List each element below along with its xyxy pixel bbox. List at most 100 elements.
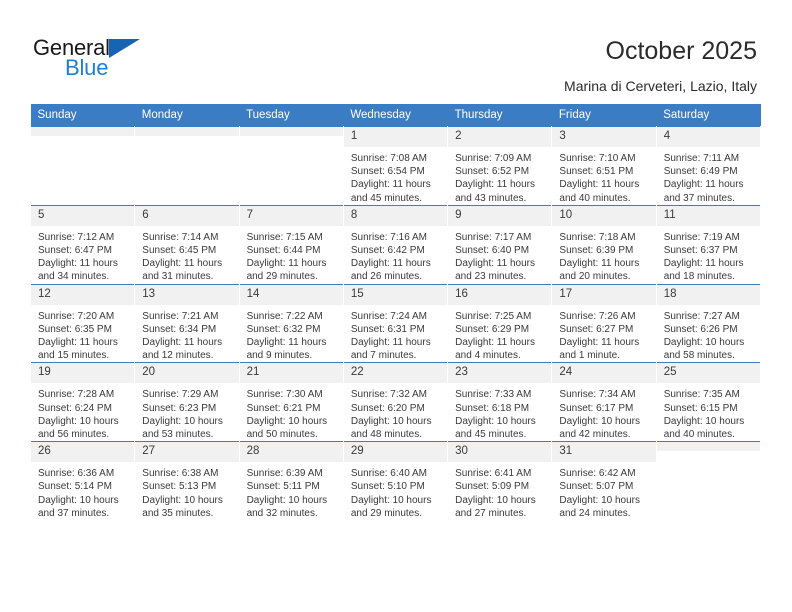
day-daylight-line-text: Daylight: 11 hours — [455, 258, 535, 270]
day-number: 26 — [31, 442, 135, 463]
day-sunset-text: Sunset: 6:49 PM — [663, 166, 738, 178]
day-number: 11 — [656, 205, 760, 226]
day-sunset-text: Sunset: 5:09 PM — [455, 481, 530, 493]
calendar-day-cell[interactable]: 11 Sunrise: 7:19 AM Sunset: 6:37 PM Dayligh… — [655, 204, 762, 285]
day-sunrise-text: Sunrise: 7:18 AM — [559, 231, 636, 243]
day-number: 29 — [343, 442, 448, 463]
day-number: 4 — [656, 127, 760, 147]
day-number — [135, 127, 239, 136]
day-daylight-line-text: and 56 minutes. — [38, 429, 110, 441]
day-daylight-line-text: and 50 minutes. — [246, 429, 318, 441]
calendar-day-cell[interactable]: 25 Sunrise: 7:35 AM Sunset: 6:15 PM Dayligh… — [655, 362, 762, 442]
calendar-day-cell[interactable]: 17 Sunrise: 7:26 AM Sunset: 6:27 PM Dayligh… — [551, 283, 657, 363]
day-sun-info: Sunrise: 7:08 AM Sunset: 6:54 PM Daylight:… — [344, 147, 447, 205]
day-sun-info: Sunrise: 7:25 AM Sunset: 6:29 PM Daylight:… — [448, 305, 551, 363]
day-cell-content: 31 Sunrise: 6:42 AM Sunset: 5:07 PM Dayligh… — [552, 442, 656, 520]
day-cell-content: 4 Sunrise: 7:11 AM Sunset: 6:49 PM Daylight… — [656, 127, 760, 205]
day-cell-content — [656, 442, 760, 520]
day-number: 19 — [31, 363, 135, 384]
day-number: 10 — [552, 205, 656, 226]
calendar-day-cell[interactable]: 24 Sunrise: 7:34 AM Sunset: 6:17 PM Dayligh… — [551, 362, 657, 442]
day-number: 8 — [343, 205, 448, 226]
calendar-day-cell[interactable]: 20 Sunrise: 7:29 AM Sunset: 6:23 PM Dayligh… — [134, 362, 240, 442]
calendar-day-cell[interactable]: 13 Sunrise: 7:21 AM Sunset: 6:34 PM Dayligh… — [134, 283, 240, 363]
day-daylight-line-text: and 45 minutes. — [350, 192, 423, 204]
calendar-day-cell[interactable]: 27 Sunrise: 6:38 AM Sunset: 5:13 PM Dayligh… — [134, 441, 240, 521]
calendar-day-cell[interactable]: 30 Sunrise: 6:41 AM Sunset: 5:09 PM Dayligh… — [447, 441, 553, 521]
day-cell-content: 2 Sunrise: 7:09 AM Sunset: 6:52 PM Daylight… — [448, 127, 552, 205]
calendar-day-cell[interactable]: 26 Sunrise: 6:36 AM Sunset: 5:14 PM Dayligh… — [29, 441, 136, 521]
day-sun-info: Sunrise: 7:33 AM Sunset: 6:18 PM Daylight:… — [448, 383, 551, 441]
day-sunrise-text: Sunrise: 6:41 AM — [455, 468, 532, 480]
calendar-week-row: 1 Sunrise: 7:08 AM Sunset: 6:54 PM Daylight… — [29, 126, 762, 206]
day-daylight-line-text: and 15 minutes. — [38, 350, 110, 362]
day-daylight-line-text: Daylight: 11 hours — [663, 179, 744, 191]
calendar-day-cell[interactable]: 6 Sunrise: 7:14 AM Sunset: 6:45 PM Daylight… — [134, 204, 240, 285]
day-daylight-line-text: Daylight: 10 hours — [38, 415, 119, 427]
day-daylight-line-text: and 37 minutes. — [663, 192, 735, 204]
day-daylight-line-text: and 53 minutes. — [142, 429, 214, 441]
day-cell-content: 1 Sunrise: 7:08 AM Sunset: 6:54 PM Daylight… — [343, 127, 448, 205]
calendar-day-cell[interactable]: 21 Sunrise: 7:30 AM Sunset: 6:21 PM Dayligh… — [238, 362, 344, 442]
generalblue-logo[interactable]: General Blue — [33, 35, 233, 83]
weekday-header-sunday: Sunday — [30, 104, 135, 127]
day-daylight-line-text: and 29 minutes. — [350, 507, 423, 519]
calendar-week-row: 12 Sunrise: 7:20 AM Sunset: 6:35 PM Dayligh… — [29, 283, 762, 363]
day-number: 12 — [31, 284, 135, 305]
calendar-day-cell[interactable]: 19 Sunrise: 7:28 AM Sunset: 6:24 PM Dayligh… — [29, 362, 136, 442]
day-number: 1 — [343, 127, 448, 147]
calendar-day-cell[interactable]: 18 Sunrise: 7:27 AM Sunset: 6:26 PM Dayligh… — [655, 283, 762, 363]
day-daylight-line-text: Daylight: 10 hours — [350, 415, 432, 427]
calendar-day-cell[interactable]: 5 Sunrise: 7:12 AM Sunset: 6:47 PM Daylight… — [29, 204, 136, 285]
day-sunrise-text: Sunrise: 7:08 AM — [350, 153, 427, 164]
calendar-day-cell[interactable]: 14 Sunrise: 7:22 AM Sunset: 6:32 PM Dayligh… — [238, 283, 344, 363]
day-number: 28 — [239, 442, 343, 463]
calendar-day-cell[interactable]: 22 Sunrise: 7:32 AM Sunset: 6:20 PM Dayligh… — [342, 362, 449, 442]
day-sunrise-text: Sunrise: 7:30 AM — [246, 389, 323, 401]
day-cell-content: 9 Sunrise: 7:17 AM Sunset: 6:40 PM Daylight… — [448, 205, 552, 284]
calendar-day-cell[interactable]: 9 Sunrise: 7:17 AM Sunset: 6:40 PM Daylight… — [447, 204, 553, 285]
calendar-day-cell[interactable]: 3 Sunrise: 7:10 AM Sunset: 6:51 PM Daylight… — [551, 126, 657, 206]
day-sunrise-text: Sunrise: 7:11 AM — [663, 153, 740, 164]
day-sun-info: Sunrise: 6:38 AM Sunset: 5:13 PM Daylight:… — [135, 462, 238, 520]
calendar-day-cell[interactable]: 12 Sunrise: 7:20 AM Sunset: 6:35 PM Dayligh… — [29, 283, 136, 363]
calendar-day-cell[interactable]: 8 Sunrise: 7:16 AM Sunset: 6:42 PM Daylight… — [342, 204, 449, 285]
calendar-day-cell[interactable]: 4 Sunrise: 7:11 AM Sunset: 6:49 PM Daylight… — [655, 126, 762, 206]
calendar-day-cell[interactable]: 16 Sunrise: 7:25 AM Sunset: 6:29 PM Dayligh… — [447, 283, 553, 363]
day-daylight-line-text: and 29 minutes. — [246, 271, 318, 283]
day-sun-info: Sunrise: 7:16 AM Sunset: 6:42 PM Daylight:… — [344, 226, 447, 284]
day-sunset-text: Sunset: 6:20 PM — [350, 402, 425, 414]
day-number: 5 — [31, 205, 135, 226]
day-sunset-text: Sunset: 5:11 PM — [246, 481, 320, 493]
calendar-day-cell[interactable]: 1 Sunrise: 7:08 AM Sunset: 6:54 PM Daylight… — [342, 126, 449, 206]
day-sunset-text: Sunset: 6:34 PM — [142, 323, 217, 335]
calendar-day-cell[interactable]: 7 Sunrise: 7:15 AM Sunset: 6:44 PM Daylight… — [238, 204, 344, 285]
day-sunrise-text: Sunrise: 7:12 AM — [38, 231, 115, 243]
day-sunrise-text: Sunrise: 7:21 AM — [142, 310, 219, 322]
day-cell-content: 18 Sunrise: 7:27 AM Sunset: 6:26 PM Dayligh… — [656, 284, 760, 363]
calendar-day-cell[interactable]: 28 Sunrise: 6:39 AM Sunset: 5:11 PM Dayligh… — [238, 441, 344, 521]
day-daylight-line-text: Daylight: 11 hours — [38, 258, 118, 270]
calendar-day-cell[interactable]: 31 Sunrise: 6:42 AM Sunset: 5:07 PM Dayligh… — [551, 441, 657, 521]
day-number: 15 — [343, 284, 448, 305]
day-sunset-text: Sunset: 6:44 PM — [246, 245, 321, 257]
day-daylight-line-text: Daylight: 11 hours — [142, 258, 223, 270]
day-daylight-line-text: Daylight: 11 hours — [663, 258, 744, 270]
calendar-day-cell[interactable]: 29 Sunrise: 6:40 AM Sunset: 5:10 PM Dayligh… — [342, 441, 449, 521]
day-cell-content — [239, 127, 343, 205]
day-daylight-line-text: Daylight: 10 hours — [455, 494, 536, 506]
calendar-day-cell[interactable]: 2 Sunrise: 7:09 AM Sunset: 6:52 PM Daylight… — [447, 126, 553, 206]
day-sunset-text: Sunset: 6:51 PM — [559, 166, 634, 178]
day-sunrise-text: Sunrise: 7:32 AM — [350, 389, 427, 401]
day-cell-content: 8 Sunrise: 7:16 AM Sunset: 6:42 PM Daylight… — [343, 205, 448, 284]
day-cell-content: 29 Sunrise: 6:40 AM Sunset: 5:10 PM Dayligh… — [343, 442, 448, 520]
calendar-day-cell[interactable]: 15 Sunrise: 7:24 AM Sunset: 6:31 PM Dayligh… — [342, 283, 449, 363]
day-daylight-line-text: Daylight: 11 hours — [350, 258, 431, 270]
day-number: 30 — [448, 442, 552, 463]
calendar-day-cell[interactable]: 23 Sunrise: 7:33 AM Sunset: 6:18 PM Dayligh… — [447, 362, 553, 442]
day-sunset-text: Sunset: 6:21 PM — [246, 402, 321, 414]
day-daylight-line-text: Daylight: 10 hours — [455, 415, 536, 427]
day-sun-info: Sunrise: 7:20 AM Sunset: 6:35 PM Daylight:… — [31, 305, 134, 363]
calendar-day-cell[interactable]: 10 Sunrise: 7:18 AM Sunset: 6:39 PM Dayligh… — [551, 204, 657, 285]
day-cell-content: 23 Sunrise: 7:33 AM Sunset: 6:18 PM Dayligh… — [448, 363, 552, 441]
